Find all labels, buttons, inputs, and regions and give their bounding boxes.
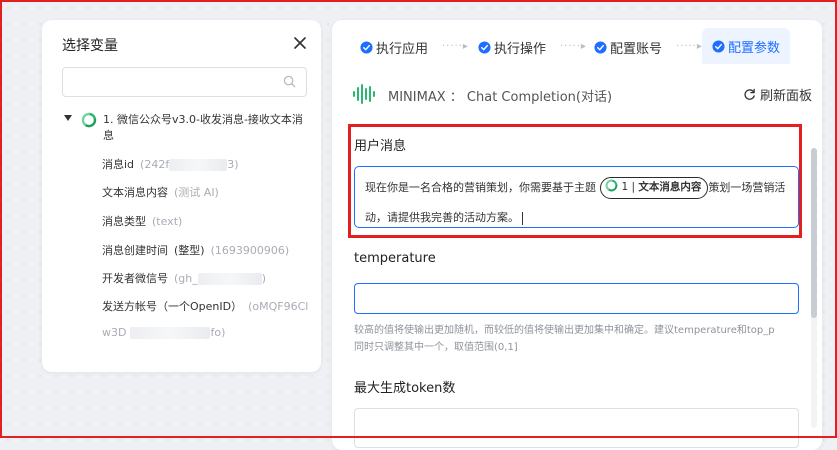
audio-wave-icon (353, 84, 375, 104)
variable-type-tag: (整型) (174, 244, 205, 257)
step-config-account[interactable]: 配置账号 (594, 33, 662, 61)
flow-app-icon (81, 112, 97, 128)
max-tokens-input[interactable] (354, 408, 799, 448)
scrollbar-thumb[interactable] (811, 148, 817, 318)
variable-picker-panel: 选择变量 1. 微信公众号v3.0-收发消息-接收文本消息 消息id (242f 3… (42, 20, 321, 372)
max-tokens-label: 最大生成token数 (354, 381, 456, 396)
config-scrollbar[interactable] (811, 148, 817, 428)
variable-item-message-id[interactable]: 消息id (242f 3) (102, 156, 239, 172)
variable-hint: (242f 3) (140, 158, 239, 171)
variable-item-text-content[interactable]: 文本消息内容 (测试 AI) (102, 184, 219, 200)
variable-search-input[interactable] (62, 67, 307, 97)
variable-item-developer-id[interactable]: 开发者微信号 (gh_) (102, 270, 266, 286)
close-icon[interactable] (293, 36, 307, 50)
step-execute-action[interactable]: 执行操作 (478, 33, 546, 61)
user-message-editor[interactable]: 现在你是一名合格的营销策划，你需要基于主题 1 | 文本消息内容 策划一场营销活… (354, 166, 799, 228)
variable-item-create-time[interactable]: 消息创建时间 (整型) (1693900906) (102, 242, 289, 258)
text-cursor (522, 211, 523, 225)
step-arrow-icon: ·····▸ (560, 41, 587, 52)
variable-hint: (gh_) (174, 272, 267, 285)
variable-picker-title: 选择变量 (62, 38, 118, 54)
config-panel: 执行应用 ·····▸ 执行操作 ·····▸ 配置账号 ·····▸ 配置参数… (332, 20, 822, 450)
variable-hint: (1693900906) (210, 244, 290, 257)
flow-app-icon (605, 179, 617, 192)
refresh-icon (744, 88, 755, 100)
search-icon (283, 75, 296, 88)
redacted-value (169, 159, 228, 171)
variable-hint: (测试 AI) (174, 186, 219, 199)
temperature-hint: 较高的值将使输出更加随机，而较低的值将使输出更加集中和确定。建议temperat… (354, 325, 775, 353)
variable-chip[interactable]: 1 | 文本消息内容 (599, 177, 709, 199)
variable-item-message-type[interactable]: 消息类型 (text) (102, 213, 182, 229)
redacted-value (197, 273, 262, 285)
variable-item-sender-openid-cont: w3D fo) (102, 326, 226, 339)
variable-item-sender-openid[interactable]: 发送方帐号（一个OpenID） (oMQF96Cl (102, 298, 308, 314)
redacted-value (130, 327, 211, 339)
step-bar: 执行应用 ·····▸ 执行操作 ·····▸ 配置账号 ·····▸ 配置参数 (332, 20, 822, 64)
step-execute-app[interactable]: 执行应用 (360, 33, 428, 61)
user-message-label: 用户消息 (354, 139, 407, 154)
step-config-params[interactable]: 配置参数 (702, 28, 791, 64)
variable-hint: (text) (152, 215, 183, 228)
check-circle-icon (594, 40, 607, 54)
model-header: MINIMAX ： Chat Completion(对话) 刷新面板 (352, 82, 812, 106)
step-arrow-icon: ·····▸ (442, 41, 469, 52)
step-arrow-icon: ·····▸ (676, 41, 703, 52)
variable-hint: (oMQF96Cl (248, 300, 309, 313)
check-circle-icon (360, 40, 373, 54)
check-circle-icon (478, 40, 491, 54)
temperature-input[interactable] (354, 283, 799, 314)
caret-down-icon[interactable] (64, 115, 72, 121)
model-title: MINIMAX ： Chat Completion(对话) (388, 90, 613, 105)
refresh-panel-button[interactable]: 刷新面板 (743, 85, 812, 104)
check-circle-icon (712, 39, 725, 53)
temperature-label: temperature (354, 251, 436, 266)
variable-tree-root-label: 1. 微信公众号v3.0-收发消息-接收文本消息 (103, 113, 303, 142)
